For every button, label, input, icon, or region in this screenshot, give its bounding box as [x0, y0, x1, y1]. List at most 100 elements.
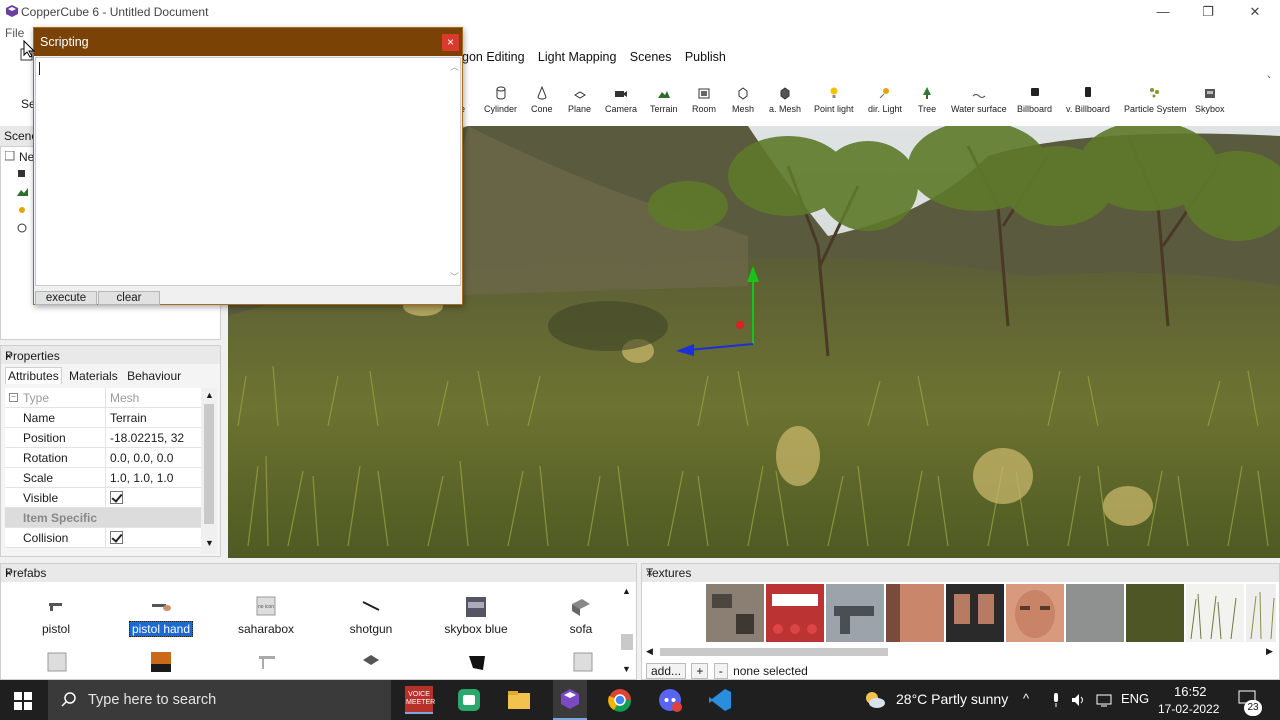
texture-thumbnail[interactable]: [1186, 584, 1244, 642]
texture-thumbnail[interactable]: [706, 584, 764, 642]
texture-thumbnail[interactable]: [1126, 584, 1184, 642]
prefabs-close-button[interactable]: ×: [5, 566, 628, 580]
editor-scrollbar[interactable]: ︿ ﹀: [448, 58, 460, 285]
texture-thumbnail[interactable]: [1006, 584, 1064, 642]
editor-scroll-down-icon[interactable]: ﹀: [450, 270, 459, 283]
prefab-item[interactable]: pistol: [6, 596, 106, 636]
texture-thumbnail[interactable]: [766, 584, 824, 642]
rotation-field[interactable]: 0.0, 0.0, 0.0: [106, 448, 201, 467]
tool-point-light[interactable]: Point light: [814, 86, 854, 114]
tool-particle-system[interactable]: Particle System: [1124, 86, 1187, 114]
textures-scroll-right-icon[interactable]: ▶: [1266, 646, 1273, 657]
tab-materials[interactable]: Materials: [67, 368, 120, 384]
scroll-down-icon[interactable]: ▼: [205, 538, 214, 548]
tool-terrain[interactable]: Terrain: [650, 86, 678, 114]
weather-text[interactable]: 28°C Partly sunny: [896, 691, 1008, 707]
textures-scrollbar[interactable]: ◀ ▶: [646, 646, 1276, 658]
textures-scroll-left-icon[interactable]: ◀: [646, 646, 653, 657]
tool-camera[interactable]: Camera: [605, 86, 637, 114]
tool-water-surface[interactable]: Water surface: [951, 86, 1007, 114]
clock-date[interactable]: 17-02-2022: [1158, 702, 1219, 716]
tab-light-mapping[interactable]: Light Mapping: [538, 50, 617, 64]
prefab-item[interactable]: no icon saharabox: [216, 596, 316, 636]
clear-button[interactable]: clear: [98, 291, 160, 305]
image-thumbnail-icon[interactable]: [151, 652, 171, 672]
prefab-item[interactable]: skybox blue: [426, 596, 526, 636]
tool-tree[interactable]: Tree: [918, 86, 936, 114]
prefab-item[interactable]: sofa: [531, 596, 631, 636]
tool-animated-mesh[interactable]: a. Mesh: [769, 86, 801, 114]
texture-thumbnail[interactable]: [886, 584, 944, 642]
prefabs-scrollbar[interactable]: ▲ ▼: [619, 586, 635, 676]
tab-scenes[interactable]: Scenes: [630, 50, 672, 64]
volume-icon[interactable]: [1071, 692, 1087, 708]
add-texture-button[interactable]: add...: [646, 663, 687, 679]
collapse-icon[interactable]: −: [9, 393, 18, 402]
scale-field[interactable]: 1.0, 1.0, 1.0: [106, 468, 201, 487]
app-icon-green[interactable]: [455, 686, 483, 714]
add-plus-button[interactable]: +: [691, 663, 709, 679]
property-row-name[interactable]: Name Terrain: [5, 408, 201, 428]
scroll-up-icon[interactable]: ▲: [205, 390, 214, 400]
property-row-collision[interactable]: Collision: [5, 528, 201, 548]
restore-button[interactable]: ❐: [1193, 3, 1223, 21]
voicemeeter-app-icon[interactable]: VOICE MEETER: [405, 686, 435, 714]
taskbar-search-box[interactable]: Type here to search: [48, 680, 391, 720]
no-icon-icon[interactable]: [573, 652, 593, 672]
tool-cylinder[interactable]: Cylinder: [484, 86, 517, 114]
minimize-button[interactable]: —: [1148, 3, 1178, 21]
collision-checkbox[interactable]: [110, 531, 123, 544]
tab-attributes[interactable]: Attributes: [5, 367, 62, 384]
tool-directional-light[interactable]: dir. Light: [868, 86, 902, 114]
tab-behaviour[interactable]: Behaviour: [125, 368, 183, 384]
scroll-thumb[interactable]: [204, 404, 214, 524]
prefabs-scroll-down-icon[interactable]: ▼: [622, 664, 631, 674]
tool-mesh[interactable]: Mesh: [732, 86, 754, 114]
network-icon[interactable]: [1096, 692, 1112, 708]
chrome-icon[interactable]: [606, 686, 634, 714]
property-row-rotation[interactable]: Rotation 0.0, 0.0, 0.0: [5, 448, 201, 468]
name-field[interactable]: Terrain: [106, 408, 201, 427]
windows-start-icon[interactable]: [14, 692, 32, 710]
prefab-item-selected[interactable]: pistol hand: [111, 596, 211, 637]
properties-scrollbar[interactable]: ▲ ▼: [201, 388, 217, 554]
property-row-position[interactable]: Position -18.02215, 32: [5, 428, 201, 448]
language-indicator[interactable]: ENG: [1121, 691, 1149, 706]
scripting-title-bar[interactable]: Scripting ×: [34, 28, 462, 56]
visible-checkbox[interactable]: [110, 491, 123, 504]
texture-thumbnail[interactable]: [826, 584, 884, 642]
tool-skybox[interactable]: Skybox: [1195, 86, 1225, 114]
property-row-scale[interactable]: Scale 1.0, 1.0, 1.0: [5, 468, 201, 488]
tool-plane[interactable]: Plane: [568, 86, 591, 114]
tool-room[interactable]: Room: [692, 86, 716, 114]
tab-polygon-editing[interactable]: gon Editing: [462, 50, 525, 64]
tool-cone[interactable]: Cone: [531, 86, 553, 114]
close-window-button[interactable]: ✕: [1240, 3, 1270, 21]
no-icon-icon[interactable]: [47, 652, 67, 672]
coppercube-taskbar-item[interactable]: [553, 680, 587, 720]
prefab-item[interactable]: shotgun: [321, 596, 421, 636]
tool-v-billboard[interactable]: v. Billboard: [1066, 86, 1110, 114]
editor-scroll-up-icon[interactable]: ︿: [450, 60, 459, 73]
file-explorer-icon[interactable]: [505, 686, 533, 714]
texture-thumbnail[interactable]: [1066, 584, 1124, 642]
script-editor[interactable]: ︿ ﹀: [35, 57, 461, 286]
prefabs-scroll-up-icon[interactable]: ▲: [622, 586, 631, 596]
tab-publish[interactable]: Publish: [685, 50, 726, 64]
position-field[interactable]: -18.02215, 32: [106, 428, 201, 447]
texture-thumbnail[interactable]: [1246, 584, 1276, 642]
chevron-up-icon[interactable]: ^: [1023, 691, 1029, 706]
properties-close-button[interactable]: ×: [5, 349, 212, 363]
vscode-icon[interactable]: [706, 686, 734, 714]
discord-icon[interactable]: [656, 686, 684, 714]
tool-billboard[interactable]: Billboard: [1017, 86, 1052, 114]
remove-minus-button[interactable]: -: [713, 663, 728, 679]
textures-close-button[interactable]: ×: [646, 566, 1273, 580]
clock-time[interactable]: 16:52: [1174, 684, 1207, 699]
prefabs-scroll-thumb[interactable]: [621, 634, 633, 650]
object-dark-icon[interactable]: [467, 652, 487, 672]
table-icon[interactable]: [257, 652, 277, 672]
scripting-close-button[interactable]: ×: [442, 34, 459, 51]
execute-button[interactable]: execute: [35, 291, 97, 305]
weather-icon[interactable]: [864, 690, 886, 710]
